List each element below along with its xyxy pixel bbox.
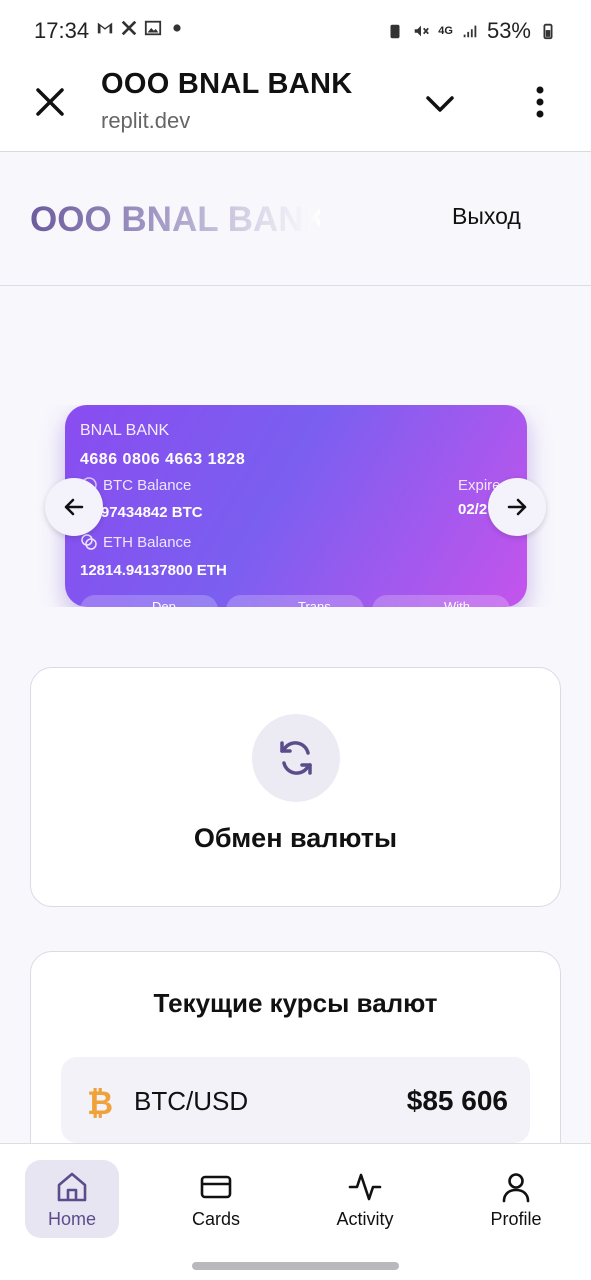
browser-url[interactable]: replit.dev: [101, 108, 190, 134]
expires-value: 02/2: [458, 501, 488, 518]
bitcoin-icon: ₿: [87, 1084, 114, 1122]
gallery-icon: [144, 20, 162, 36]
exchange-label: Обмен валюты: [193, 823, 398, 853]
withdraw-button[interactable]: With: [372, 595, 510, 607]
rate-row: ₿ BTC/USD $85 606: [61, 1057, 530, 1143]
card-number: 4686 0806 4663 1828: [80, 451, 246, 468]
home-indicator[interactable]: [192, 1262, 399, 1270]
browser-title: OOO BNAL BANK: [101, 68, 353, 100]
gmail-icon: [97, 22, 113, 34]
tab-profile[interactable]: Profile: [469, 1160, 563, 1238]
profile-icon: [502, 1172, 530, 1202]
browser-toolbar: OOO BNAL BANK replit.dev: [0, 60, 591, 152]
transfer-button[interactable]: Trans: [226, 595, 364, 607]
exchange-icon-circle: [252, 714, 340, 802]
status-bar: 17:34 4G 53%: [0, 0, 591, 60]
close-icon[interactable]: [30, 82, 70, 122]
bottom-tab-bar: Home Cards Activity Profile: [0, 1143, 591, 1253]
eth-balance-label-row: ETH Balance: [80, 533, 191, 551]
app-header: OOO BNAL BANK Выход: [0, 152, 591, 286]
rate-pair: BTC/USD: [134, 1086, 249, 1116]
battery-percent: 53%: [486, 18, 531, 43]
coins-icon: [81, 534, 97, 550]
btc-balance-label: BTC Balance: [103, 476, 192, 494]
card-carousel[interactable]: BNAL BANK 4686 0806 4663 1828 BTC Balanc…: [30, 405, 561, 607]
bank-card[interactable]: BNAL BANK 4686 0806 4663 1828 BTC Balanc…: [65, 405, 527, 607]
tab-cards[interactable]: Cards: [169, 1160, 263, 1238]
tab-cards-label: Cards: [191, 1208, 240, 1229]
eth-balance-label: ETH Balance: [103, 533, 192, 551]
refresh-icon: [280, 741, 312, 775]
tab-home-label: Home: [47, 1208, 96, 1229]
tab-activity-label: Activity: [336, 1208, 394, 1229]
card-bank-name: BNAL BANK: [80, 422, 170, 439]
status-time: 17:34: [34, 18, 90, 43]
tab-home[interactable]: Home: [25, 1160, 119, 1238]
deposit-button[interactable]: Dep: [80, 595, 218, 607]
logout-button[interactable]: Выход: [452, 203, 521, 230]
gesture-bar: [0, 1253, 591, 1280]
tools-icon: [121, 20, 137, 36]
eth-balance-value: 12814.94137800 ETH: [80, 562, 227, 579]
mute-icon: [414, 25, 430, 37]
arrow-left-icon: [64, 498, 84, 516]
app-logo: OOO BNAL BANK: [30, 200, 320, 239]
more-vertical-icon[interactable]: [522, 82, 558, 122]
notification-icons: [96, 19, 186, 37]
tab-activity[interactable]: Activity: [318, 1160, 412, 1238]
rates-title: Текущие курсы валют: [153, 988, 438, 1018]
exchange-button[interactable]: Обмен валюты: [30, 667, 561, 907]
rate-price: $85 606: [406, 1085, 508, 1116]
tab-profile-label: Profile: [490, 1208, 542, 1229]
signal-icon: [463, 25, 477, 38]
arrow-right-icon: [507, 498, 527, 516]
activity-icon: [348, 1173, 382, 1200]
network-type: 4G: [438, 25, 453, 37]
dot-icon: [173, 24, 181, 32]
home-icon: [57, 1172, 87, 1201]
chevron-down-icon[interactable]: [420, 84, 460, 124]
card-icon: [200, 1175, 232, 1198]
carousel-prev-button[interactable]: [45, 478, 103, 536]
battery-icon: [543, 23, 553, 40]
carousel-next-button[interactable]: [488, 478, 546, 536]
battery-saver-icon: [390, 24, 400, 39]
